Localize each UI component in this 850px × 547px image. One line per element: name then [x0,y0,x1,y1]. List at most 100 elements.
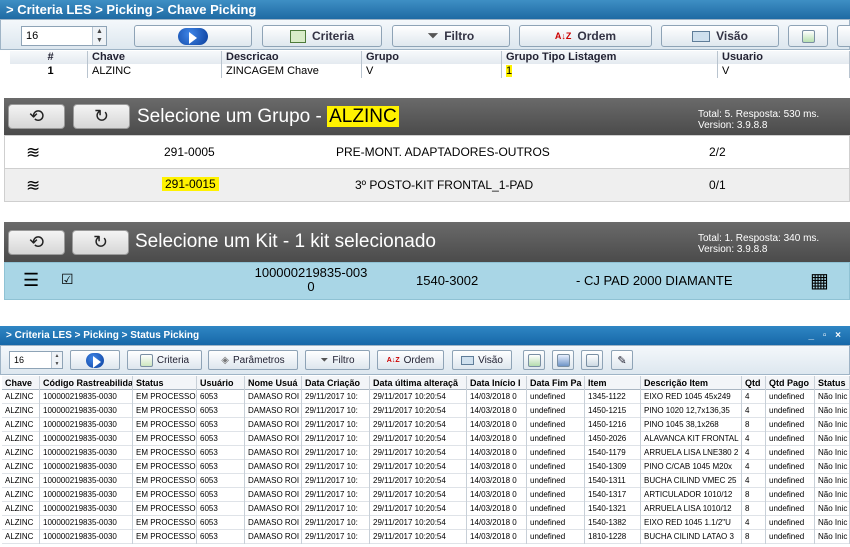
table-row[interactable]: ALZINC 100000219835-0030 EM PROCESSO 6053 DA… [2,404,850,418]
col-nome[interactable]: Nome Usuá [245,376,302,390]
cell-codigo: 100000219835-0030 [40,488,133,502]
settings-button[interactable]: ✎ [611,350,633,370]
cell-data-inicio: 14/03/2018 0 [467,488,527,502]
col-data-alteracao[interactable]: Data última alteraçã [370,376,467,390]
cell-item: 1450-1215 [585,404,641,418]
kit-item: 1540-3002 [416,273,479,288]
col-grupo-tipo[interactable]: Grupo Tipo Listagem [502,51,718,64]
col-descricao-item[interactable]: Descrição Item [641,376,742,390]
col-status[interactable]: Status [133,376,197,390]
ordem-button[interactable]: A↓Z Ordem [377,350,444,370]
col-data-criacao[interactable]: Data Criação [302,376,370,390]
back-button[interactable]: ⟲ [8,104,65,129]
table-row[interactable]: ALZINC 100000219835-0030 EM PROCESSO 6053 DA… [2,530,850,544]
criteria-button[interactable]: Criteria [262,25,382,47]
boxes-icon[interactable]: ▦ [810,268,829,293]
spinner-arrows[interactable]: ▲ ▼ [92,27,106,45]
cell-data-inicio: 14/03/2018 0 [467,502,527,516]
criteria-button[interactable]: Criteria [127,350,202,370]
col-chave[interactable]: Chave [88,51,222,64]
save-button[interactable] [552,350,574,370]
code-button[interactable] [581,350,603,370]
more-button[interactable] [837,25,850,47]
cell-usuario: 6053 [197,488,245,502]
table-row[interactable]: 1 ALZINC ZINCAGEM Chave V 1 V [10,64,850,78]
export-excel-button[interactable] [523,350,545,370]
cell-status2: Não Inic [815,432,850,446]
table-row[interactable]: ALZINC 100000219835-0030 EM PROCESSO 6053 DA… [2,446,850,460]
cell-usuario: 6053 [197,474,245,488]
visao-button[interactable]: Visão [661,25,779,47]
cell-data-alteracao: 29/11/2017 10:20:54 [370,432,467,446]
filtro-button[interactable]: ⏷ Filtro [392,25,510,47]
refresh-button[interactable]: ↻ [73,104,130,129]
list-item[interactable]: ≋ 291-0015 3º POSTO-KIT FRONTAL_1-PAD 0/… [4,168,850,202]
undo-icon: ⟲ [28,232,45,252]
kit-row[interactable]: ☰ ☑ 100000219835-003 0 1540-3002 - CJ PA… [4,262,850,300]
table-row[interactable]: ALZINC 100000219835-0030 EM PROCESSO 6053 DA… [2,516,850,530]
spinner-arrows[interactable]: ▲ ▼ [51,352,62,368]
col-usuario[interactable]: Usuário [197,376,245,390]
table-row[interactable]: ALZINC 100000219835-0030 EM PROCESSO 6053 DA… [2,474,850,488]
col-item[interactable]: Item [585,376,641,390]
row-index: 1 [10,64,88,78]
cell-data-inicio: 14/03/2018 0 [467,446,527,460]
page-size-input[interactable]: 16 ▲ ▼ [21,26,107,46]
cell-data-alteracao: 29/11/2017 10:20:54 [370,474,467,488]
table-row[interactable]: ALZINC 100000219835-0030 EM PROCESSO 6053 DA… [2,432,850,446]
window-controls[interactable]: _ ▫ × [808,326,844,345]
col-grupo[interactable]: Grupo [362,51,502,64]
cell-status: EM PROCESSO [133,460,197,474]
cell-data-criacao: 29/11/2017 10: [302,418,370,432]
table-icon [289,29,306,43]
cell-usuario: 6053 [197,432,245,446]
table-row[interactable]: ALZINC 100000219835-0030 EM PROCESSO 6053 DA… [2,502,850,516]
list-icon[interactable]: ☰ [23,270,39,291]
back-button[interactable]: ⟲ [8,230,65,255]
page-size-input[interactable]: 16 ▲ ▼ [9,351,63,369]
layers-icon: ≋ [26,176,41,195]
col-descricao[interactable]: Descricao [222,51,362,64]
table-row[interactable]: ALZINC 100000219835-0030 EM PROCESSO 6053 DA… [2,390,850,404]
cell-item: 1450-2026 [585,432,641,446]
status-picking-panel: > Criteria LES > Picking > Status Pickin… [0,326,850,547]
cell-descricao-item: ARRUELA LISA 1010/12 [641,502,742,516]
col-data-fim[interactable]: Data Fim Pa [527,376,585,390]
cell-chave: ALZINC [2,404,40,418]
col-qtd-pago[interactable]: Qtd Pago [766,376,815,390]
cell-chave: ALZINC [2,418,40,432]
ordem-button[interactable]: A↓Z Ordem [519,25,652,47]
table-row[interactable]: ALZINC 100000219835-0030 EM PROCESSO 6053 DA… [2,460,850,474]
filtro-button[interactable]: ⏷ Filtro [305,350,370,370]
cell-status: EM PROCESSO [133,502,197,516]
col-codigo[interactable]: Código Rastreabilida [40,376,133,390]
checkbox-icon[interactable]: ☑ [61,271,74,288]
export-button[interactable] [788,25,828,47]
cell-usuario: 6053 [197,530,245,544]
list-item[interactable]: ≋ 291-0005 PRE-MONT. ADAPTADORES-OUTROS … [4,135,850,169]
cell-qtd-pago: undefined [766,474,815,488]
parametros-button[interactable]: ◈ Parâmetros [208,350,298,370]
cell-qtd: 4 [742,404,766,418]
col-chave[interactable]: Chave [2,376,40,390]
col-usuario[interactable]: Usuario [718,51,850,64]
run-button[interactable] [70,350,120,370]
col-status2[interactable]: Status [815,376,850,390]
refresh-button[interactable]: ↻ [72,230,129,255]
breadcrumb-text: > Criteria LES > Picking > Status Pickin… [6,330,200,341]
visao-button[interactable]: Visão [452,350,512,370]
visao-label: Visão [716,29,748,43]
highlight-value: 1 [506,65,513,77]
cell-qtd: 4 [742,390,766,404]
cell-data-inicio: 14/03/2018 0 [467,404,527,418]
cell-data-fim: undefined [527,474,585,488]
cell-descricao-item: PINO 1045 38,1x268 [641,418,742,432]
table-row[interactable]: ALZINC 100000219835-0030 EM PROCESSO 6053 DA… [2,488,850,502]
cell-qtd: 4 [742,460,766,474]
col-index[interactable]: # [10,51,88,64]
run-button[interactable] [134,25,252,47]
col-qtd[interactable]: Qtd [742,376,766,390]
table-row[interactable]: ALZINC 100000219835-0030 EM PROCESSO 6053 DA… [2,418,850,432]
col-data-inicio[interactable]: Data Início I [467,376,527,390]
cell-codigo: 100000219835-0030 [40,460,133,474]
